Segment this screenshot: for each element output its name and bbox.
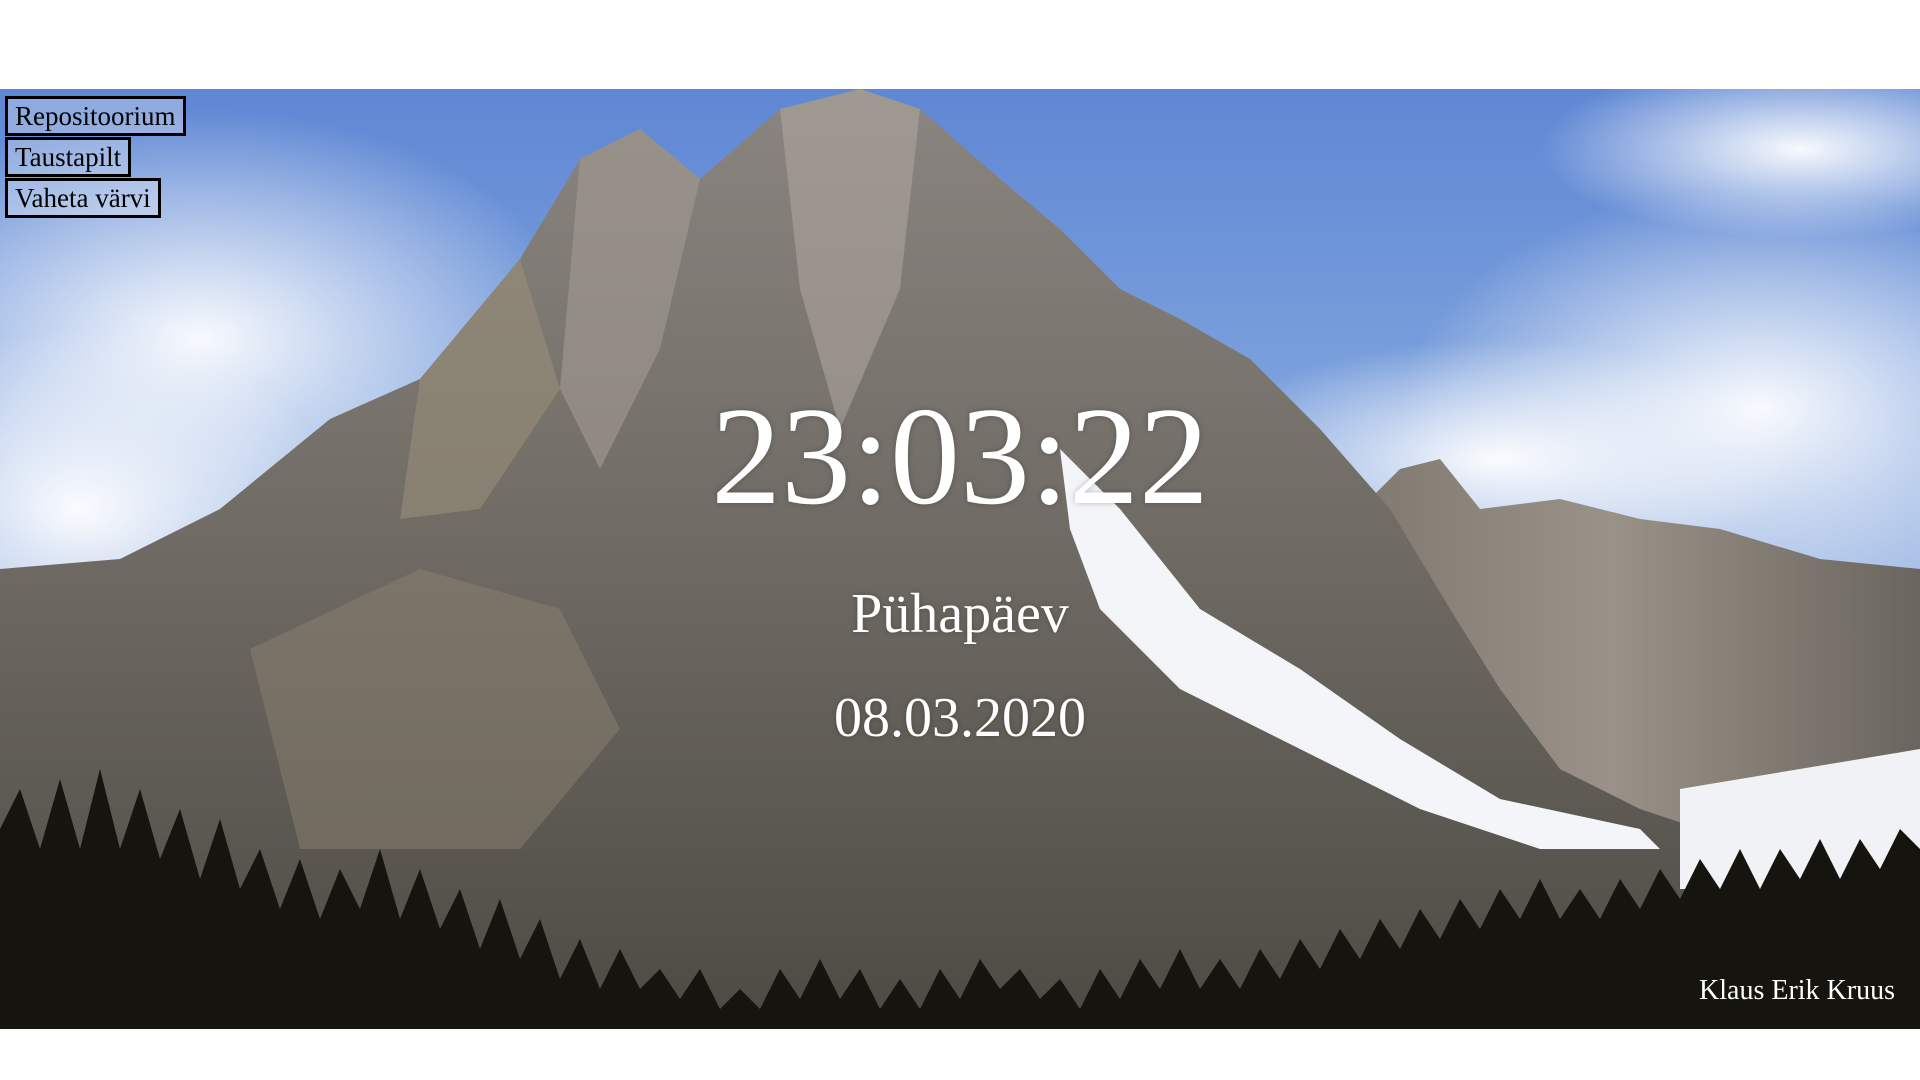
clock-weekday: Pühapäev: [851, 583, 1069, 645]
repository-button[interactable]: Repositoorium: [5, 96, 186, 136]
background-image: [0, 89, 1920, 1029]
menu: Repositoorium Taustapilt Vaheta värvi: [5, 96, 186, 219]
clock-date: 08.03.2020: [834, 687, 1086, 749]
background-image-button[interactable]: Taustapilt: [5, 137, 132, 177]
change-color-button[interactable]: Vaheta värvi: [5, 178, 161, 218]
clock-time: 23:03:22: [711, 379, 1209, 534]
author-credit: Klaus Erik Kruus: [1699, 975, 1895, 1006]
mountain-landscape-image: [0, 89, 1920, 1029]
